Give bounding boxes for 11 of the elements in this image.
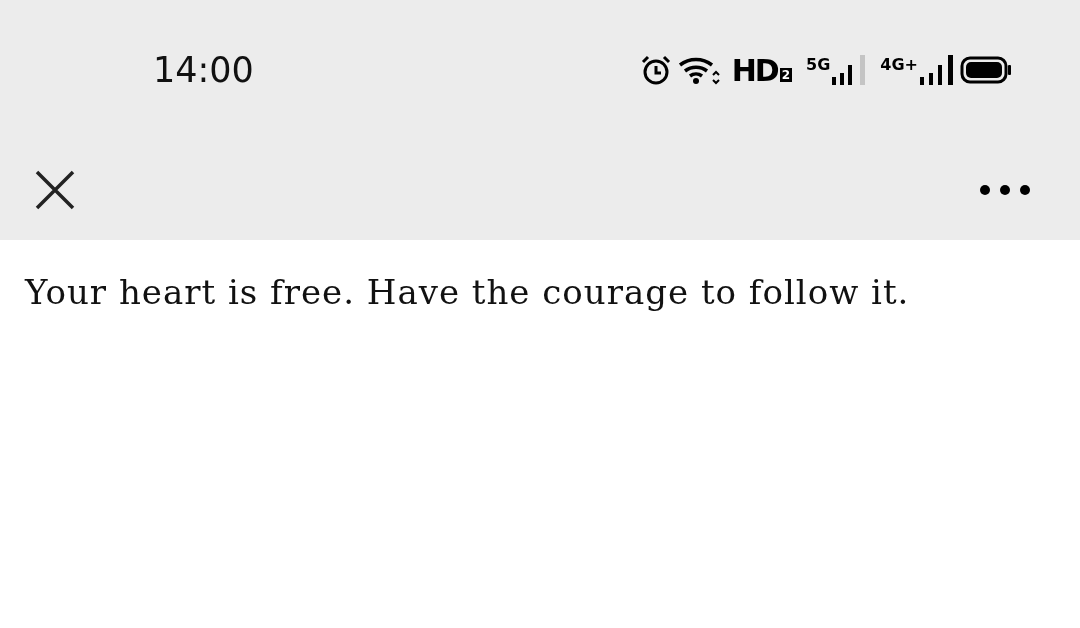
network-label: 4G+ [880, 54, 918, 74]
close-button[interactable] [33, 168, 77, 212]
status-time: 14:00 [153, 50, 254, 90]
more-options-button[interactable] [978, 182, 1032, 198]
message-text: Your heart is free. Have the courage to follow it. [23, 271, 911, 314]
alarm-clock-icon [639, 54, 672, 86]
hd-badge: 2 [779, 68, 793, 82]
hd-indicator: HD [731, 52, 778, 88]
battery-icon [960, 56, 1012, 84]
wifi-icon [677, 55, 720, 85]
network-label: 5G [806, 54, 831, 74]
